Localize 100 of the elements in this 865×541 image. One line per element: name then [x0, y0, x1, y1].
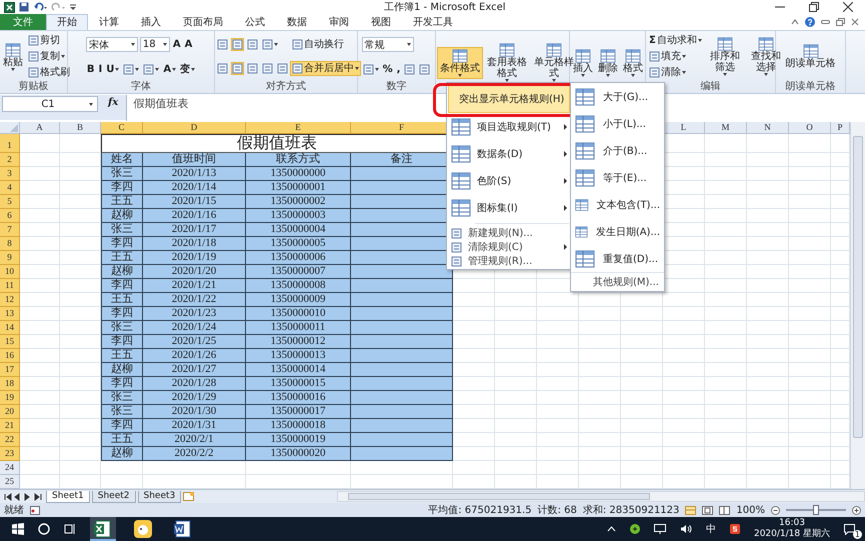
format-button[interactable]: B [86, 62, 96, 76]
close-icon[interactable] [843, 2, 853, 12]
format-button[interactable] [142, 62, 160, 76]
zoom-in-icon[interactable] [852, 506, 861, 514]
row-header[interactable]: 1 [0, 134, 20, 153]
format-button[interactable] [403, 62, 416, 76]
format-button[interactable]: U [105, 62, 120, 76]
format-button[interactable] [216, 62, 229, 76]
row-header[interactable]: 16 [0, 349, 20, 363]
ribbon-tab[interactable]: 公式 [234, 14, 276, 30]
help-icon[interactable] [805, 17, 815, 27]
tray-expand-icon[interactable] [606, 526, 616, 532]
row-header[interactable]: 9 [0, 251, 20, 265]
row-header[interactable]: 15 [0, 335, 20, 349]
format-button[interactable]: , [396, 62, 402, 76]
sheet-tab[interactable]: Sheet3 [138, 490, 182, 502]
menu-item[interactable]: 文本包含(T)... [571, 191, 664, 218]
format-button[interactable] [276, 62, 289, 76]
spreadsheet-logo-icon[interactable] [4, 2, 15, 12]
row-header[interactable]: 12 [0, 293, 20, 307]
select-all-icon[interactable] [10, 124, 18, 132]
zoom-level[interactable]: 100% [736, 504, 765, 516]
row-header[interactable]: 18 [0, 377, 20, 391]
column-header[interactable]: C [101, 122, 143, 134]
slider-thumb[interactable] [813, 505, 819, 515]
sheet-tab[interactable]: Sheet2 [92, 490, 136, 502]
ribbon-button[interactable]: 格式 [621, 46, 645, 78]
dropdown-field[interactable]: 18 [140, 37, 170, 52]
column-header[interactable]: B [60, 122, 101, 134]
row-header[interactable]: 10 [0, 265, 20, 279]
format-button[interactable] [261, 62, 274, 76]
row-header[interactable]: 19 [0, 391, 20, 405]
column-header[interactable]: L [663, 122, 705, 134]
sheet-tab[interactable]: Sheet1 [46, 490, 90, 502]
format-button[interactable] [231, 38, 244, 51]
ribbon-tab[interactable]: 视图 [360, 14, 402, 30]
ribbon-tab[interactable]: 审阅 [318, 14, 360, 30]
row-header[interactable]: 21 [0, 419, 20, 433]
menu-item[interactable]: 图标集(I) [447, 194, 571, 221]
row-header[interactable]: 24 [0, 461, 20, 475]
ribbon-button[interactable]: 粘贴 [1, 40, 25, 72]
input-app-icon[interactable] [730, 524, 740, 534]
dropdown-field[interactable]: 宋体 [86, 37, 138, 52]
row-header[interactable]: 14 [0, 321, 20, 335]
row-header[interactable]: 17 [0, 363, 20, 377]
row-header[interactable]: 11 [0, 279, 20, 293]
clock[interactable]: 16:03 2020/1/18 星期六 [754, 518, 830, 540]
customize-icon[interactable] [69, 2, 77, 12]
save-icon[interactable] [19, 2, 29, 12]
minimize-window-icon[interactable] [821, 18, 830, 26]
ribbon-button[interactable]: 填充 [647, 48, 688, 64]
ribbon-button[interactable]: 条件格式 [437, 46, 483, 78]
ribbon-tab[interactable]: 插入 [130, 14, 172, 30]
sheet-nav-icon[interactable] [4, 492, 44, 500]
input-method[interactable]: 中 [706, 522, 716, 536]
name-box[interactable]: C1 [2, 96, 98, 112]
row-header[interactable]: 23 [0, 447, 20, 461]
insert-sheet-icon[interactable] [183, 492, 196, 501]
row-header[interactable]: 6 [0, 209, 20, 223]
undo-icon[interactable] [33, 2, 47, 12]
row-header[interactable]: 2 [0, 153, 20, 167]
menu-item[interactable]: 介于(B)... [571, 137, 664, 164]
page-layout-icon[interactable] [702, 506, 714, 514]
menu-item[interactable]: 重复值(D)... [571, 245, 664, 272]
row-header[interactable]: 4 [0, 181, 20, 195]
ribbon-tab[interactable]: 数据 [276, 14, 318, 30]
row-header[interactable]: 25 [0, 475, 20, 489]
ribbon-tab[interactable]: 开发工具 [402, 14, 464, 30]
row-header[interactable]: 3 [0, 167, 20, 181]
search-icon[interactable] [38, 523, 50, 535]
menu-item[interactable]: 新建规则(N)... [447, 226, 571, 240]
column-header[interactable]: P [831, 122, 850, 134]
collapse-ribbon-icon[interactable] [791, 18, 799, 26]
row-header[interactable]: 7 [0, 223, 20, 237]
column-header[interactable]: M [705, 122, 747, 134]
column-header[interactable]: O [789, 122, 831, 134]
zoom-out-icon[interactable] [771, 506, 780, 514]
menu-item[interactable]: 突出显示单元格规则(H) [448, 84, 570, 113]
format-button[interactable] [122, 62, 140, 76]
ribbon-button[interactable]: 复制 [26, 48, 67, 64]
format-button[interactable] [418, 62, 432, 76]
row-header[interactable]: 20 [0, 405, 20, 419]
close-window-icon[interactable] [851, 18, 859, 26]
ribbon-tab[interactable]: 页面布局 [172, 14, 234, 30]
format-button[interactable]: 变 [179, 62, 196, 76]
column-header[interactable]: E [246, 122, 351, 134]
network-icon[interactable] [654, 524, 666, 534]
macro-record-icon[interactable] [30, 506, 40, 514]
page-break-icon[interactable] [719, 506, 730, 514]
menu-item[interactable]: 小于(L)... [571, 110, 664, 137]
ribbon-button[interactable]: 剪切 [26, 32, 62, 48]
ribbon-button[interactable]: 删除 [596, 46, 620, 78]
row-header[interactable]: 5 [0, 195, 20, 209]
menu-item[interactable]: 大于(G)... [571, 83, 664, 110]
column-header[interactable]: N [747, 122, 789, 134]
row-header[interactable]: 13 [0, 307, 20, 321]
ribbon-button[interactable]: 合并后居中 [290, 61, 361, 76]
restore-icon[interactable] [809, 2, 819, 12]
ribbon-button[interactable]: 清除 [647, 65, 688, 80]
column-header[interactable]: D [143, 122, 246, 134]
